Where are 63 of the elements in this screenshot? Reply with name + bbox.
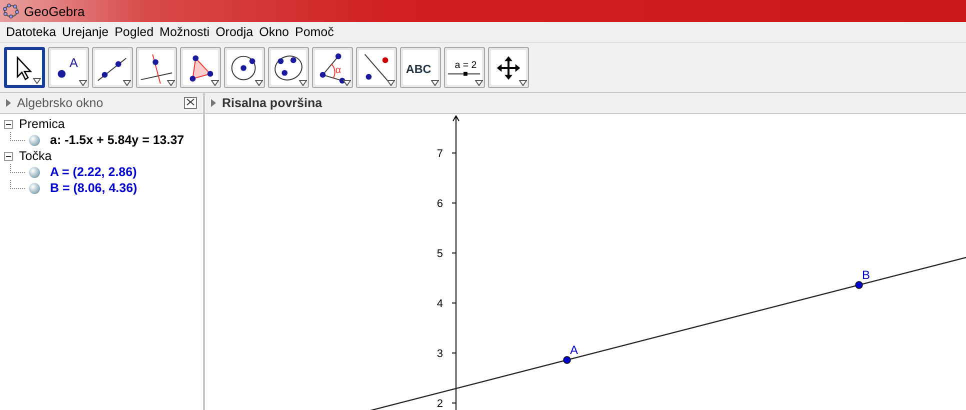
- menu-item[interactable]: Orodja: [212, 25, 256, 39]
- tool-button[interactable]: [356, 47, 397, 88]
- menu-item[interactable]: Urejanje: [59, 25, 112, 39]
- tree-group-label: Premica: [19, 117, 65, 131]
- close-button[interactable]: [184, 97, 197, 109]
- tool-button[interactable]: [224, 47, 265, 88]
- dropdown-triangle-icon: [519, 80, 527, 86]
- tool-button[interactable]: [136, 47, 177, 88]
- triangle-icon: [190, 54, 214, 82]
- axis-tick-label: 3: [436, 348, 443, 360]
- move-arrows-icon: [496, 56, 520, 80]
- text-tool-label: ABC: [406, 62, 432, 76]
- tool-button[interactable]: [180, 47, 221, 88]
- axis-tick-label: 6: [436, 198, 443, 210]
- point[interactable]: [563, 356, 571, 364]
- dropdown-triangle-icon: [79, 80, 87, 86]
- collapse-triangle-icon: [211, 99, 216, 107]
- menu-item[interactable]: Pogled: [112, 25, 157, 39]
- menu-item[interactable]: Pomoč: [292, 25, 337, 39]
- perpendicular-lines-icon: [140, 53, 173, 84]
- dropdown-triangle-icon: [123, 80, 131, 86]
- algebra-value: B = (8.06, 4.36): [49, 181, 138, 195]
- axis-tick-label: 5: [436, 248, 443, 260]
- ellipse-icon: [274, 55, 302, 80]
- dropdown-triangle-icon: [343, 80, 351, 86]
- point[interactable]: [855, 281, 863, 289]
- panel-title: Risalna površina: [222, 96, 322, 110]
- menu-item[interactable]: Datoteka: [3, 25, 60, 39]
- menu-item[interactable]: Okno: [256, 25, 292, 39]
- line-icon: [97, 57, 127, 81]
- tool-button[interactable]: a = 2: [444, 47, 485, 88]
- tool-button[interactable]: [488, 47, 529, 88]
- dropdown-triangle-icon: [33, 78, 41, 84]
- dropdown-triangle-icon: [431, 80, 439, 86]
- axis-tick-label: 7: [436, 148, 443, 160]
- tool-button[interactable]: [92, 47, 133, 88]
- axis-tick-label: 2: [436, 398, 443, 410]
- tool-button[interactable]: ABC: [400, 47, 441, 88]
- collapse-icon[interactable]: [4, 152, 13, 160]
- circle-icon: [231, 55, 256, 80]
- collapse-icon[interactable]: [4, 120, 13, 128]
- tree-group-label: Točka: [19, 149, 52, 163]
- tool-button[interactable]: [268, 47, 309, 88]
- dropdown-triangle-icon: [167, 80, 175, 86]
- algebra-value: A = (2.22, 2.86): [49, 165, 137, 179]
- algebra-value: a: -1.5x + 5.84y = 13.37: [49, 133, 184, 147]
- dropdown-triangle-icon: [387, 80, 395, 86]
- dropdown-triangle-icon: [211, 80, 219, 86]
- panel-title: Algebrsko okno: [17, 96, 104, 110]
- tool-button[interactable]: A: [48, 47, 89, 88]
- axis-tick-label: 4: [436, 298, 443, 310]
- app-logo-icon: [3, 3, 19, 19]
- tool-button[interactable]: [4, 47, 45, 88]
- dropdown-triangle-icon: [255, 80, 263, 86]
- window-title: GeoGebra: [24, 4, 85, 18]
- tool-button[interactable]: α: [312, 47, 353, 88]
- point-label: B: [862, 268, 870, 282]
- collapse-triangle-icon: [6, 99, 11, 107]
- arrow-cursor-icon: [16, 55, 32, 80]
- menu-item[interactable]: Možnosti: [156, 25, 213, 39]
- dropdown-triangle-icon: [299, 80, 307, 86]
- point-label: A: [570, 343, 578, 357]
- dropdown-triangle-icon: [475, 80, 483, 86]
